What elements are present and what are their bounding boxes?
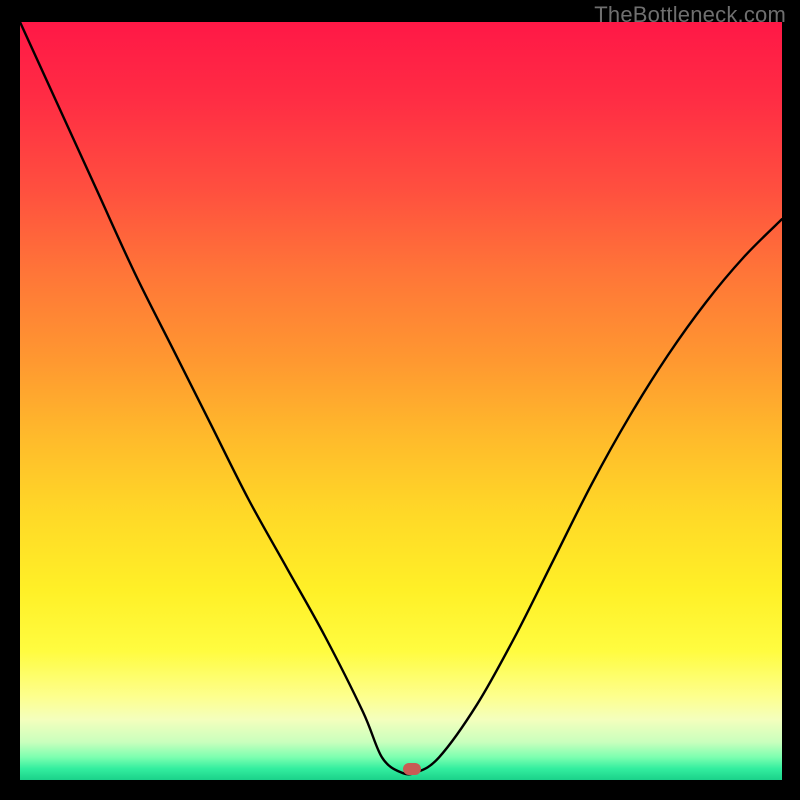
bottleneck-curve	[20, 22, 782, 780]
bottleneck-marker	[403, 763, 421, 775]
chart-frame: TheBottleneck.com	[0, 0, 800, 800]
watermark-text: TheBottleneck.com	[594, 2, 786, 28]
